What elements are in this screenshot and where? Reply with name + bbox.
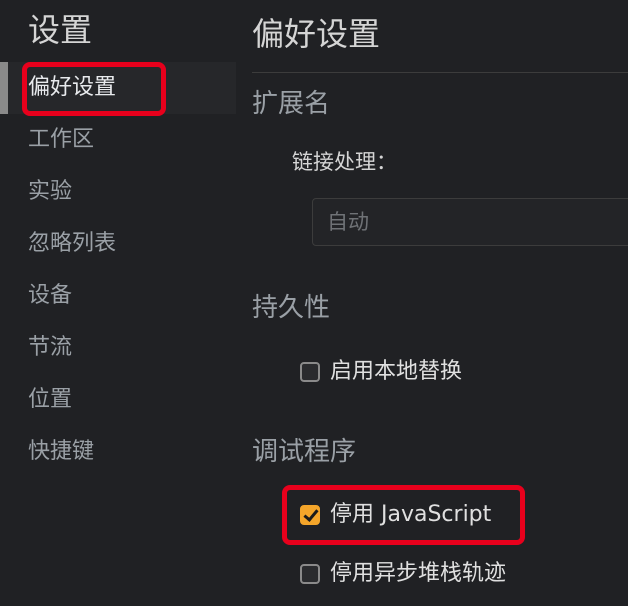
- sidebar-item-throttling[interactable]: 节流: [0, 322, 236, 374]
- sidebar-item-label: 节流: [28, 335, 73, 360]
- disable-javascript-label: 停用 JavaScript: [330, 502, 492, 527]
- sidebar-item-label: 偏好设置: [28, 75, 117, 100]
- settings-content: 偏好设置 扩展名 链接处理： 自动 持久性 启用本地替换 调试程序 停用 Jav…: [236, 0, 628, 606]
- sidebar-item-workspace[interactable]: 工作区: [0, 114, 236, 166]
- sidebar-item-ignore-list[interactable]: 忽略列表: [0, 218, 236, 270]
- section-heading-debugger: 调试程序: [252, 437, 357, 467]
- sidebar-item-locations[interactable]: 位置: [0, 374, 236, 426]
- page-title: 偏好设置: [252, 15, 381, 53]
- sidebar-item-devices[interactable]: 设备: [0, 270, 236, 322]
- section-heading-persistence: 持久性: [252, 293, 331, 323]
- enable-local-overrides-label: 启用本地替换: [330, 359, 463, 384]
- link-handling-select[interactable]: 自动: [312, 198, 628, 246]
- checkmark-icon[interactable]: [300, 505, 320, 525]
- sidebar-item-label: 设备: [28, 283, 73, 308]
- disable-javascript-option[interactable]: 停用 JavaScript: [300, 497, 491, 533]
- enable-local-overrides-option[interactable]: 启用本地替换: [300, 354, 462, 390]
- enable-local-overrides-checkbox[interactable]: [300, 362, 320, 382]
- sidebar-item-label: 快捷键: [28, 439, 95, 464]
- settings-sidebar: 设置 偏好设置 工作区 实验 忽略列表 设备 节流 位置 快捷键: [0, 0, 236, 606]
- sidebar-item-shortcuts[interactable]: 快捷键: [0, 426, 236, 478]
- sidebar-item-label: 忽略列表: [28, 231, 117, 256]
- sidebar-title: 设置: [28, 11, 93, 49]
- sidebar-item-preferences[interactable]: 偏好设置: [0, 62, 236, 114]
- section-heading-extensions: 扩展名: [252, 89, 331, 119]
- sidebar-item-experiments[interactable]: 实验: [0, 166, 236, 218]
- title-divider: [252, 72, 628, 73]
- link-handling-value: 自动: [327, 210, 369, 234]
- sidebar-item-label: 位置: [28, 387, 73, 412]
- disable-async-stack-traces-checkbox[interactable]: [300, 564, 320, 584]
- disable-async-stack-traces-option[interactable]: 停用异步堆栈轨迹: [300, 556, 506, 592]
- selection-indicator: [0, 62, 8, 114]
- disable-async-stack-traces-label: 停用异步堆栈轨迹: [330, 561, 507, 586]
- sidebar-item-label: 工作区: [28, 127, 95, 152]
- link-handling-label: 链接处理：: [292, 150, 397, 174]
- settings-window: 设置 偏好设置 工作区 实验 忽略列表 设备 节流 位置 快捷键 偏好设置 扩展…: [0, 0, 628, 606]
- sidebar-item-label: 实验: [28, 179, 73, 204]
